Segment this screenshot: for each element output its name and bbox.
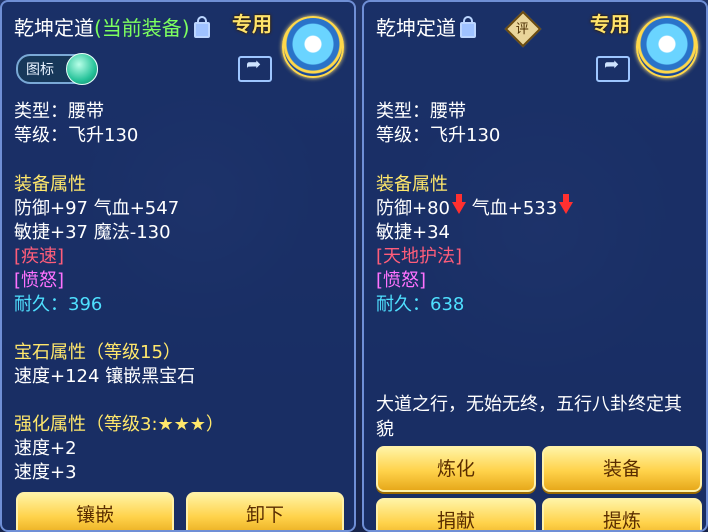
item-title: 乾坤定道(当前装备) xyxy=(14,12,210,41)
enhance-header: 强化属性（等级3:★★★） xyxy=(14,414,224,435)
gem-line: 速度+124 镶嵌黑宝石 xyxy=(14,366,196,387)
item-name: 乾坤定道 xyxy=(376,16,456,40)
durability: 耐久：396 xyxy=(14,294,103,315)
current-equipment-panel: 乾坤定道(当前装备) 专用 图标 类型：腰带 等级：飞升130 装备属性 防御+… xyxy=(0,0,356,532)
unequip-button[interactable]: 卸下 xyxy=(186,492,344,530)
special-effect: [天地护法] xyxy=(376,246,463,267)
special-effect: [疾速] xyxy=(14,246,65,267)
emblem-icon xyxy=(282,16,344,78)
type-line: 类型：腰带 xyxy=(14,101,104,122)
attr-header: 装备属性 xyxy=(376,174,448,195)
attr-header: 装备属性 xyxy=(14,174,86,195)
donate-button[interactable]: 捐献 xyxy=(376,498,536,530)
attr-hp: 气血+533 xyxy=(471,198,558,219)
rate-badge-icon[interactable]: 评 xyxy=(504,10,542,48)
item-description: 大道之行，无始无终，五行八卦终定其貌 xyxy=(376,394,682,440)
special-use-tag: 专用 xyxy=(590,12,630,36)
temper-button[interactable]: 提炼 xyxy=(542,498,702,530)
icon-toggle[interactable]: 图标 xyxy=(16,53,98,85)
attr-line: 敏捷+37 魔法-130 xyxy=(14,222,171,243)
share-icon[interactable] xyxy=(596,54,630,82)
enhance-line: 速度+2 xyxy=(14,438,77,459)
toggle-knob xyxy=(66,53,98,85)
attr-line: 防御+97 气血+547 xyxy=(14,198,180,219)
enhance-line: 速度+3 xyxy=(14,462,77,483)
gem-header: 宝石属性（等级15） xyxy=(14,342,181,363)
icon-toggle-label: 图标 xyxy=(26,62,54,78)
share-icon[interactable] xyxy=(238,54,272,82)
level-line: 等级：飞升130 xyxy=(376,125,501,146)
special-skill: [愤怒] xyxy=(376,270,427,291)
inlay-button[interactable]: 镶嵌 xyxy=(16,492,174,530)
equipped-tag: (当前装备) xyxy=(94,16,190,40)
emblem-icon xyxy=(636,16,698,78)
level-line: 等级：飞升130 xyxy=(14,125,139,146)
lock-icon[interactable] xyxy=(460,16,476,38)
refine-button[interactable]: 炼化 xyxy=(376,446,536,492)
item-name: 乾坤定道 xyxy=(14,16,94,40)
down-arrow-icon xyxy=(452,194,466,214)
item-title: 乾坤定道 xyxy=(376,12,476,41)
type-line: 类型：腰带 xyxy=(376,101,466,122)
rate-badge-label: 评 xyxy=(515,22,529,38)
attr-line: 敏捷+34 xyxy=(376,222,450,243)
special-skill: [愤怒] xyxy=(14,270,65,291)
down-arrow-icon xyxy=(559,194,574,214)
attr-defense: 防御+80 xyxy=(376,198,450,219)
equip-button[interactable]: 装备 xyxy=(542,446,702,492)
compare-equipment-panel: 乾坤定道 评 专用 类型：腰带 等级：飞升130 装备属性 防御+80 气血+5… xyxy=(362,0,708,532)
special-use-tag: 专用 xyxy=(232,12,272,36)
attr-line: 防御+80 气血+533 xyxy=(376,194,574,221)
lock-icon[interactable] xyxy=(193,16,210,38)
durability: 耐久：638 xyxy=(376,294,465,315)
